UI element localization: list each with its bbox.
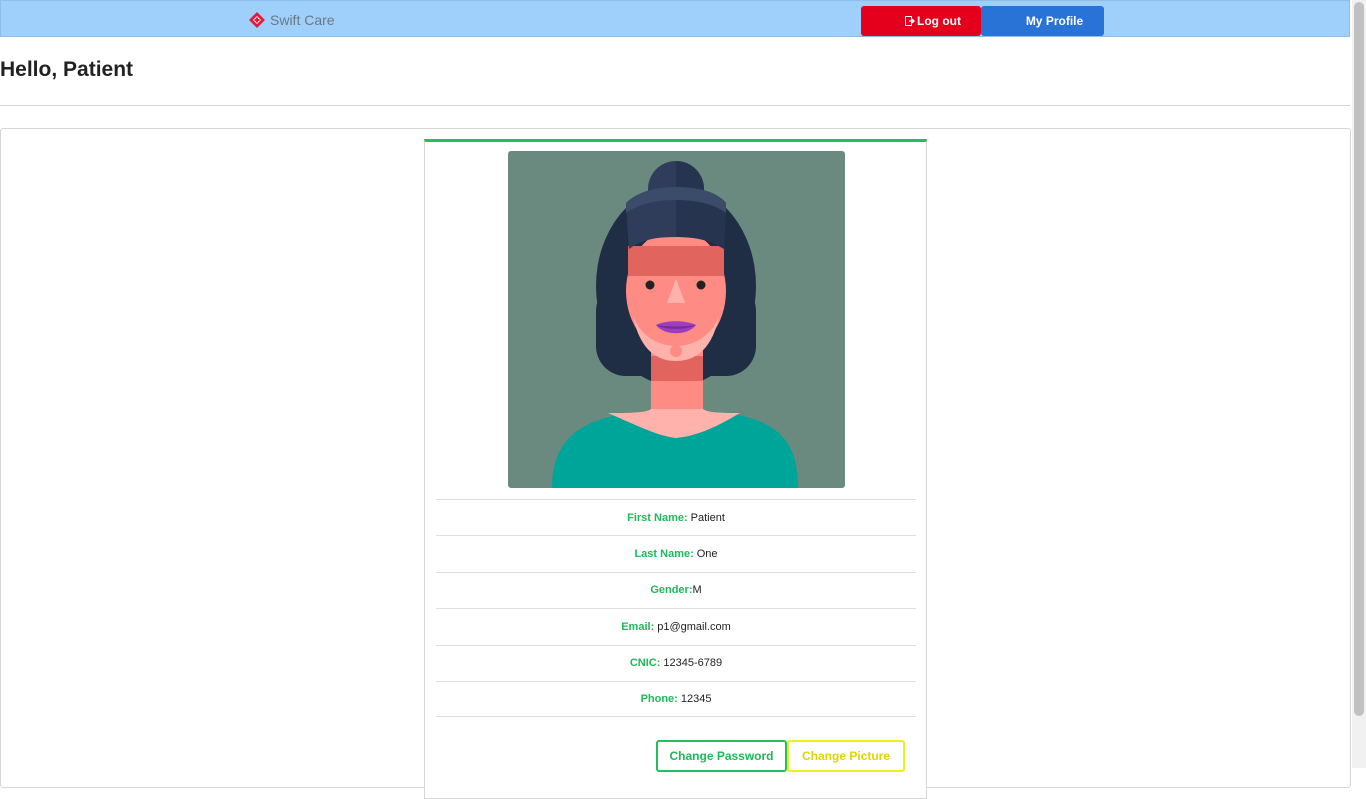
my-profile-button[interactable]: My Profile xyxy=(981,6,1104,36)
brand-logo-icon xyxy=(249,12,265,28)
last-name-label: Last Name: xyxy=(634,548,694,561)
avatar-illustration xyxy=(508,151,845,488)
change-picture-button[interactable]: Change Picture xyxy=(787,740,905,772)
brand-name: Swift Care xyxy=(270,12,335,28)
logout-label: Log out xyxy=(917,14,961,28)
cnic-row: CNIC: 12345-6789 xyxy=(436,644,916,681)
email-value: p1@gmail.com xyxy=(657,620,731,633)
first-name-label: First Name: xyxy=(627,511,688,524)
profile-info-list: First Name: Patient Last Name: One Gende… xyxy=(436,499,916,718)
change-password-button[interactable]: Change Password xyxy=(656,740,787,772)
top-navbar: Swift Care Log out My Profile xyxy=(0,0,1350,37)
gender-label: Gender: xyxy=(650,584,693,597)
logout-button[interactable]: Log out xyxy=(861,6,981,36)
last-name-row: Last Name: One xyxy=(436,535,916,571)
phone-row: Phone: 12345 xyxy=(436,680,916,718)
profile-card: First Name: Patient Last Name: One Gende… xyxy=(424,139,927,799)
sign-out-icon xyxy=(905,16,915,26)
scrollbar-thumb[interactable] xyxy=(1354,2,1364,716)
email-row: Email: p1@gmail.com xyxy=(436,608,916,644)
phone-label: Phone: xyxy=(640,693,678,706)
phone-value: 12345 xyxy=(680,693,712,706)
profile-actions: Change Password Change Picture xyxy=(656,740,905,772)
gender-row: Gender: M xyxy=(436,571,916,608)
header-divider xyxy=(0,105,1350,106)
my-profile-label: My Profile xyxy=(1025,14,1084,28)
first-name-value: Patient xyxy=(690,511,725,524)
email-label: Email: xyxy=(621,620,655,633)
vertical-scrollbar[interactable] xyxy=(1352,0,1366,768)
page-greeting: Hello, Patient xyxy=(0,58,134,81)
first-name-row: First Name: Patient xyxy=(436,499,916,535)
cnic-value: 12345-6789 xyxy=(663,657,723,670)
brand-link[interactable]: Swift Care xyxy=(249,12,335,28)
profile-avatar xyxy=(508,151,845,488)
gender-value: M xyxy=(692,584,702,597)
last-name-value: One xyxy=(696,548,718,561)
cnic-label: CNIC: xyxy=(629,657,661,670)
